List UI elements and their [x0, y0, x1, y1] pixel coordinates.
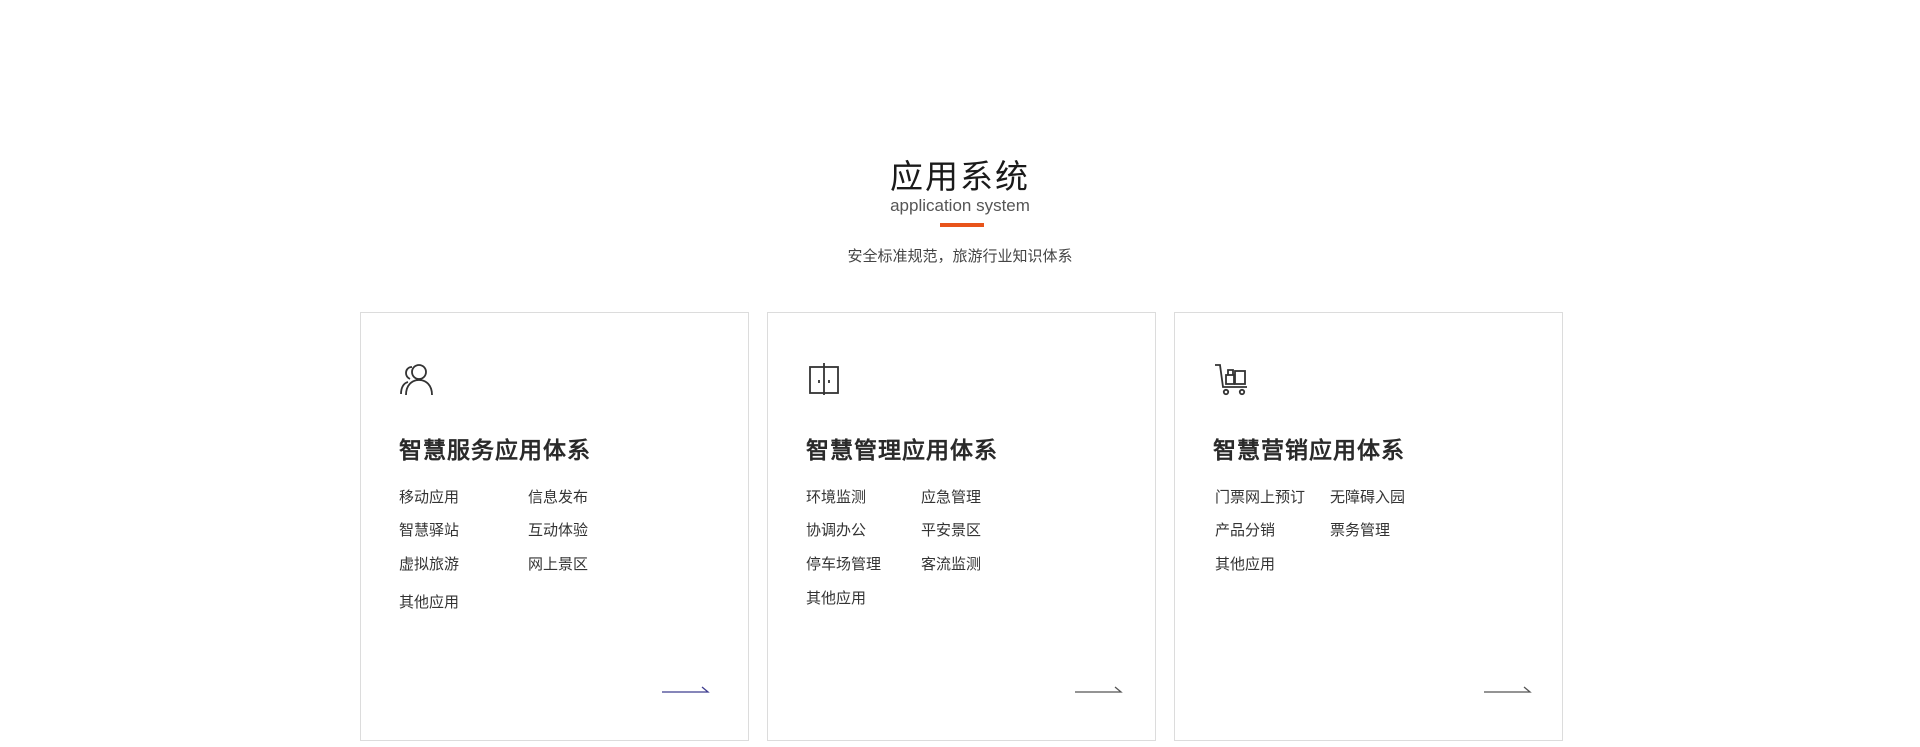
card-service[interactable]: 智慧服务应用体系 移动应用 信息发布 智慧驿站 互动体验 虚拟旅游 网上景区 其… [360, 312, 749, 741]
title-underline [940, 223, 984, 227]
list-item[interactable]: 互动体验 [528, 519, 588, 540]
cart-icon [1213, 361, 1249, 397]
list-item[interactable]: 平安景区 [921, 519, 981, 540]
card-marketing[interactable]: 智慧营销应用体系 门票网上预订 无障碍入园 产品分销 票务管理 其他应用 [1174, 312, 1563, 741]
list-item[interactable]: 协调办公 [806, 519, 866, 540]
list-item[interactable]: 票务管理 [1330, 519, 1390, 540]
card-title: 智慧营销应用体系 [1213, 437, 1405, 463]
list-item[interactable]: 其他应用 [806, 587, 866, 608]
section-title: 应用系统 [890, 158, 1030, 195]
card-title: 智慧管理应用体系 [806, 437, 998, 463]
list-item[interactable]: 移动应用 [399, 486, 459, 507]
arrow-right-icon[interactable] [1484, 683, 1532, 695]
arrow-right-icon[interactable] [1075, 683, 1123, 695]
list-item[interactable]: 网上景区 [528, 553, 588, 574]
list-item[interactable]: 客流监测 [921, 553, 981, 574]
section-subtitle: application system [890, 196, 1030, 215]
door-icon [806, 361, 842, 397]
list-item[interactable]: 信息发布 [528, 486, 588, 507]
list-item[interactable]: 产品分销 [1215, 519, 1275, 540]
card-management[interactable]: 智慧管理应用体系 环境监测 应急管理 协调办公 平安景区 停车场管理 客流监测 … [767, 312, 1156, 741]
card-title: 智慧服务应用体系 [399, 437, 591, 463]
arrow-right-icon[interactable] [662, 683, 710, 695]
list-item[interactable]: 应急管理 [921, 486, 981, 507]
section-description: 安全标准规范，旅游行业知识体系 [847, 248, 1073, 265]
list-item[interactable]: 停车场管理 [806, 553, 881, 574]
user-icon [399, 361, 435, 397]
list-item[interactable]: 虚拟旅游 [399, 553, 459, 574]
list-item[interactable]: 其他应用 [399, 591, 459, 612]
list-item[interactable]: 门票网上预订 [1215, 486, 1305, 507]
list-item[interactable]: 无障碍入园 [1330, 486, 1405, 507]
list-item[interactable]: 其他应用 [1215, 553, 1275, 574]
list-item[interactable]: 智慧驿站 [399, 519, 459, 540]
list-item[interactable]: 环境监测 [806, 486, 866, 507]
